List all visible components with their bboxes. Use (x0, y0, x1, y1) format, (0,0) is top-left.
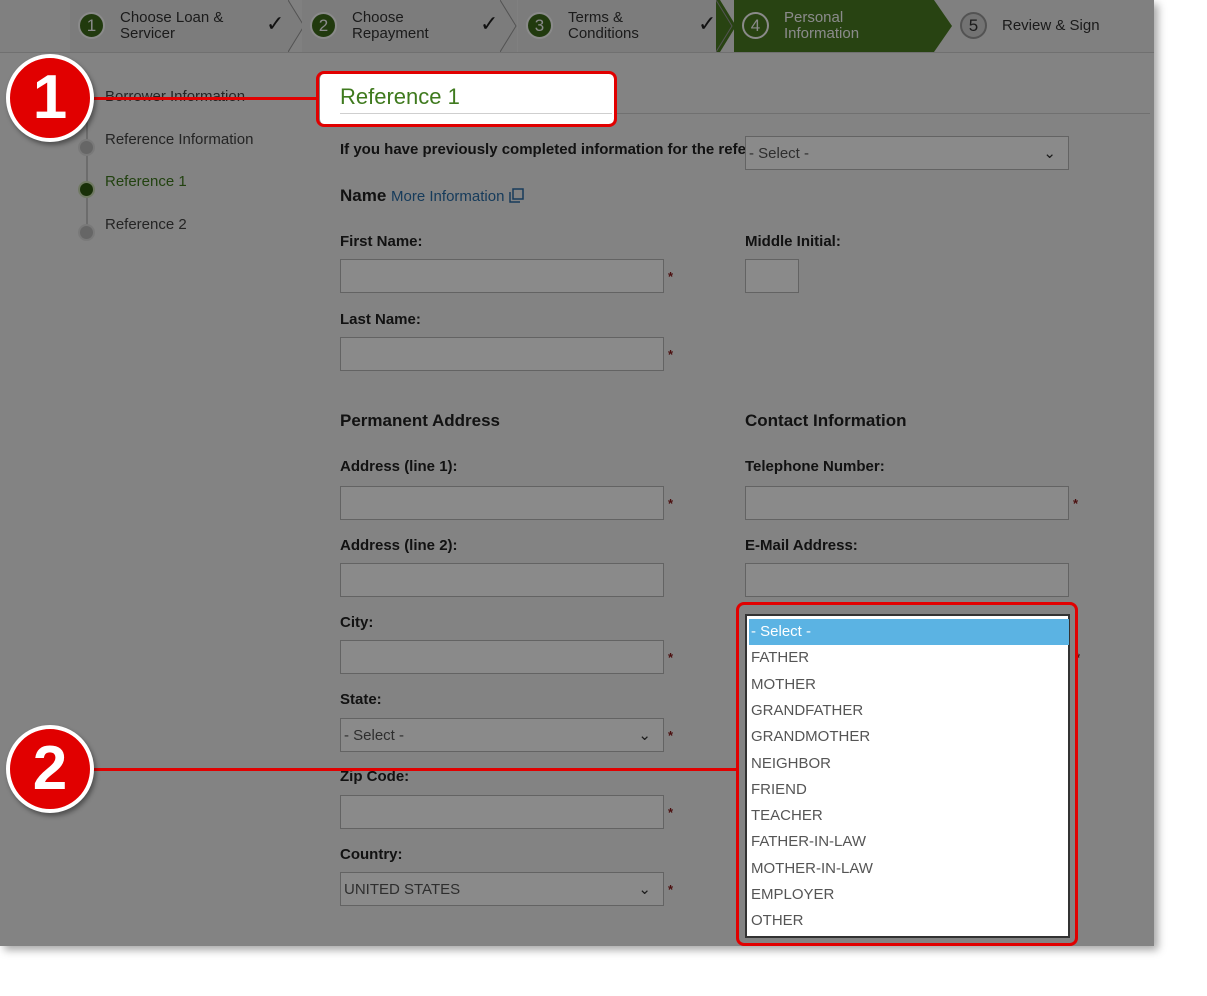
callout-badge-1: 1 (6, 54, 94, 142)
callout-badge-2: 2 (6, 725, 94, 813)
highlight-box-dropdown (736, 602, 1078, 946)
highlight-box-title (316, 71, 617, 127)
callout-line (92, 97, 318, 100)
app-window: 1 Choose Loan & Servicer ✓ 2 Choose Repaym… (0, 0, 1154, 946)
callout-line (92, 768, 738, 771)
